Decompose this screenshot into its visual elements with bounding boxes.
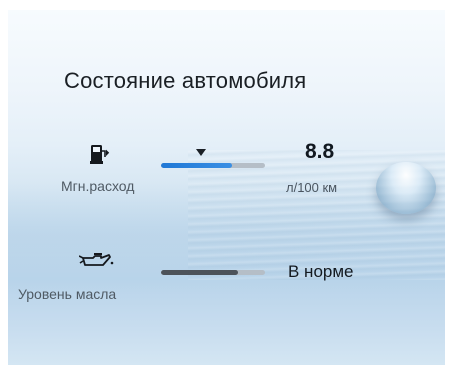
page-title: Состояние автомобиля [64, 68, 307, 93]
oil-level-label: Уровень масла [18, 286, 117, 302]
fuel-consumption-bar [161, 163, 265, 168]
oil-can-icon [78, 252, 115, 275]
water-drop-decoration [376, 162, 436, 214]
oil-level-bar [161, 270, 265, 275]
fuel-pump-icon [90, 143, 112, 170]
fuel-consumption-label: Мгн.расход [61, 178, 135, 194]
fuel-level-marker [195, 149, 206, 156]
vehicle-status-screen: Состояние автомобиля Мгн.расход 8.8 л/10… [8, 10, 445, 365]
fuel-consumption-bar-fill [161, 163, 232, 168]
fuel-consumption-unit: л/100 км [286, 180, 338, 195]
oil-level-status: В норме [288, 262, 354, 281]
fuel-consumption-value: 8.8 [305, 140, 335, 163]
oil-level-bar-fill [161, 270, 238, 275]
